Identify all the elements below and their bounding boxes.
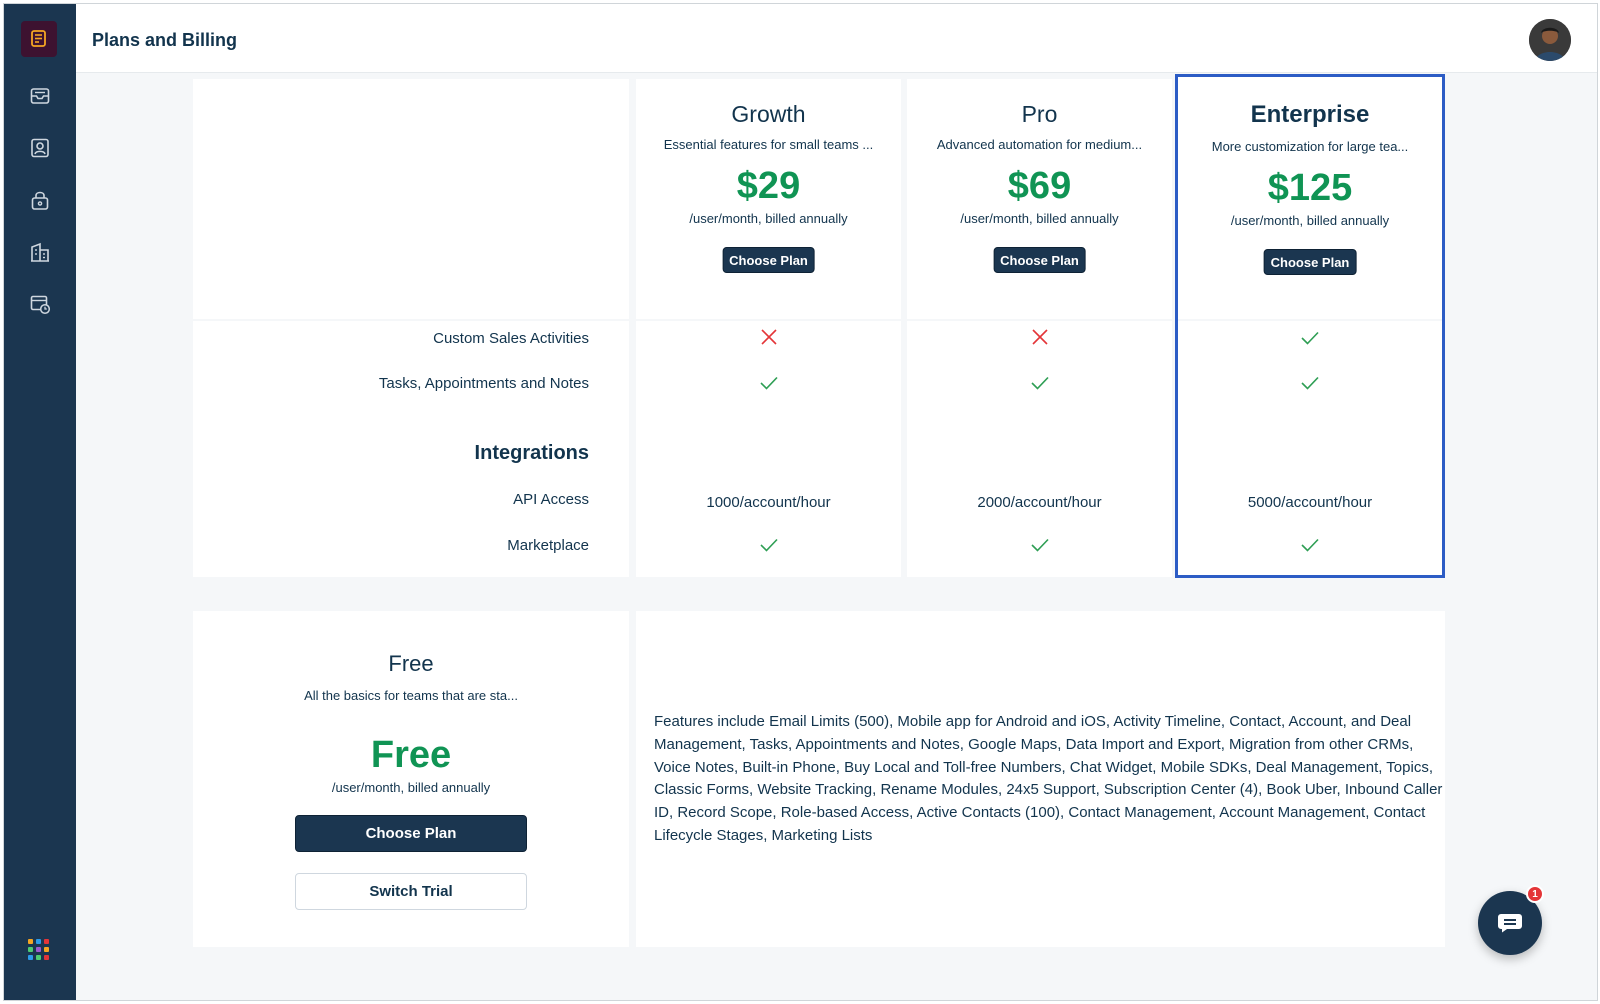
check-icon: [1301, 376, 1319, 390]
calendar-clock-icon: [30, 295, 51, 315]
choose-plan-button-free[interactable]: Choose Plan: [295, 815, 527, 852]
plan-period: /user/month, billed annually: [689, 211, 848, 226]
apps-grid-icon[interactable]: [28, 939, 49, 960]
check-icon: [1301, 331, 1319, 345]
feature-label-api-access: API Access: [513, 491, 589, 508]
lock-icon: [31, 191, 49, 210]
plan-price: $125: [1267, 167, 1353, 209]
plan-card-growth: Growth Essential features for small team…: [636, 79, 901, 319]
apps-dot: [36, 947, 41, 952]
plan-description: More customization for large tea...: [1211, 139, 1409, 154]
check-icon: [759, 538, 778, 552]
user-avatar-icon: [1529, 19, 1571, 61]
free-plan-features-card: Features include Email Limits (500), Mob…: [636, 611, 1445, 947]
api-access-value: 2000/account/hour: [977, 493, 1102, 511]
notebook-logo-icon: [31, 30, 46, 47]
plan-name: Pro: [1021, 101, 1058, 127]
apps-dot: [36, 955, 41, 960]
plan-description: Advanced automation for medium...: [936, 137, 1143, 152]
building-icon: [31, 242, 49, 262]
avatar[interactable]: [1529, 19, 1571, 61]
apps-dot: [36, 939, 41, 944]
contact-icon: [31, 138, 49, 158]
apps-dot: [44, 947, 49, 952]
plan-card-free: Free All the basics for teams that are s…: [193, 611, 629, 947]
plan-features-enterprise: 5000/account/hour: [1175, 321, 1445, 578]
plan-name: Growth: [731, 101, 806, 127]
feature-cell: [1175, 533, 1445, 557]
plan-name: Free: [388, 651, 434, 676]
check-icon: [759, 376, 778, 390]
plan-features-pro: 2000/account/hour: [907, 321, 1172, 577]
page-title: Plans and Billing: [92, 30, 238, 50]
plan-period: /user/month, billed annually: [331, 780, 491, 795]
app-window: Plans and Billing Custom Sales Activitie…: [3, 3, 1598, 1001]
sidebar: [4, 4, 76, 1000]
api-access-value: 5000/account/hour: [1247, 493, 1373, 511]
free-plan-features-text: Features include Email Limits (500), Mob…: [654, 713, 1443, 844]
feature-label-tasks-appointments-notes: Tasks, Appointments and Notes: [378, 375, 589, 392]
plan-description: Essential features for small teams ...: [663, 137, 874, 152]
feature-cell: [907, 325, 1172, 349]
section-heading-integrations: Integrations: [474, 442, 589, 464]
apps-dot: [44, 939, 49, 944]
plan-card-enterprise: Enterprise More customization for large …: [1175, 74, 1445, 319]
api-access-value: 1000/account/hour: [706, 493, 831, 511]
app-logo[interactable]: [21, 21, 57, 57]
plans-header-spacer: [193, 79, 629, 319]
sidebar-item-inbox[interactable]: [25, 81, 55, 111]
choose-plan-button-growth[interactable]: Choose Plan: [722, 247, 815, 273]
plan-name: Enterprise: [1250, 101, 1370, 128]
feature-cell: [1175, 371, 1445, 395]
check-icon: [1301, 538, 1319, 552]
inbox-icon: [30, 88, 50, 104]
top-header: Plans and Billing: [76, 4, 1597, 73]
plan-price: $29: [736, 165, 801, 207]
feature-cell: [636, 371, 901, 395]
feature-cell: [1175, 326, 1445, 350]
feature-label-custom-sales-activities: Custom Sales Activities: [433, 330, 589, 347]
sidebar-item-security[interactable]: [25, 185, 55, 215]
chat-notification-badge: 1: [1526, 885, 1544, 903]
feature-cell: [636, 533, 901, 557]
plan-price: $69: [1007, 165, 1072, 207]
feature-cell: [907, 533, 1172, 557]
switch-trial-button[interactable]: Switch Trial: [295, 873, 527, 910]
apps-dot: [28, 939, 33, 944]
sidebar-item-contacts[interactable]: [25, 133, 55, 163]
apps-dot: [28, 947, 33, 952]
cross-icon: [760, 329, 777, 345]
choose-plan-button-enterprise[interactable]: Choose Plan: [1263, 249, 1357, 275]
choose-plan-button-pro[interactable]: Choose Plan: [993, 247, 1086, 273]
apps-dot: [28, 955, 33, 960]
cross-icon: [1031, 329, 1048, 345]
plan-features-growth: 1000/account/hour: [636, 321, 901, 577]
check-icon: [1030, 376, 1049, 390]
feature-cell: [907, 371, 1172, 395]
sidebar-item-activities[interactable]: [25, 289, 55, 319]
feature-labels-card: Custom Sales Activities Tasks, Appointme…: [193, 321, 629, 577]
sidebar-item-accounts[interactable]: [25, 237, 55, 267]
feature-cell: [636, 325, 901, 349]
plan-card-pro: Pro Advanced automation for medium... $6…: [907, 79, 1172, 319]
plan-period: /user/month, billed annually: [1230, 213, 1390, 228]
chat-icon: [1498, 914, 1522, 933]
plan-price: Free: [370, 734, 452, 776]
check-icon: [1030, 538, 1049, 552]
plan-description: All the basics for teams that are sta...: [304, 688, 518, 703]
apps-dot: [44, 955, 49, 960]
feature-label-marketplace: Marketplace: [507, 537, 589, 554]
plan-period: /user/month, billed annually: [960, 211, 1119, 226]
